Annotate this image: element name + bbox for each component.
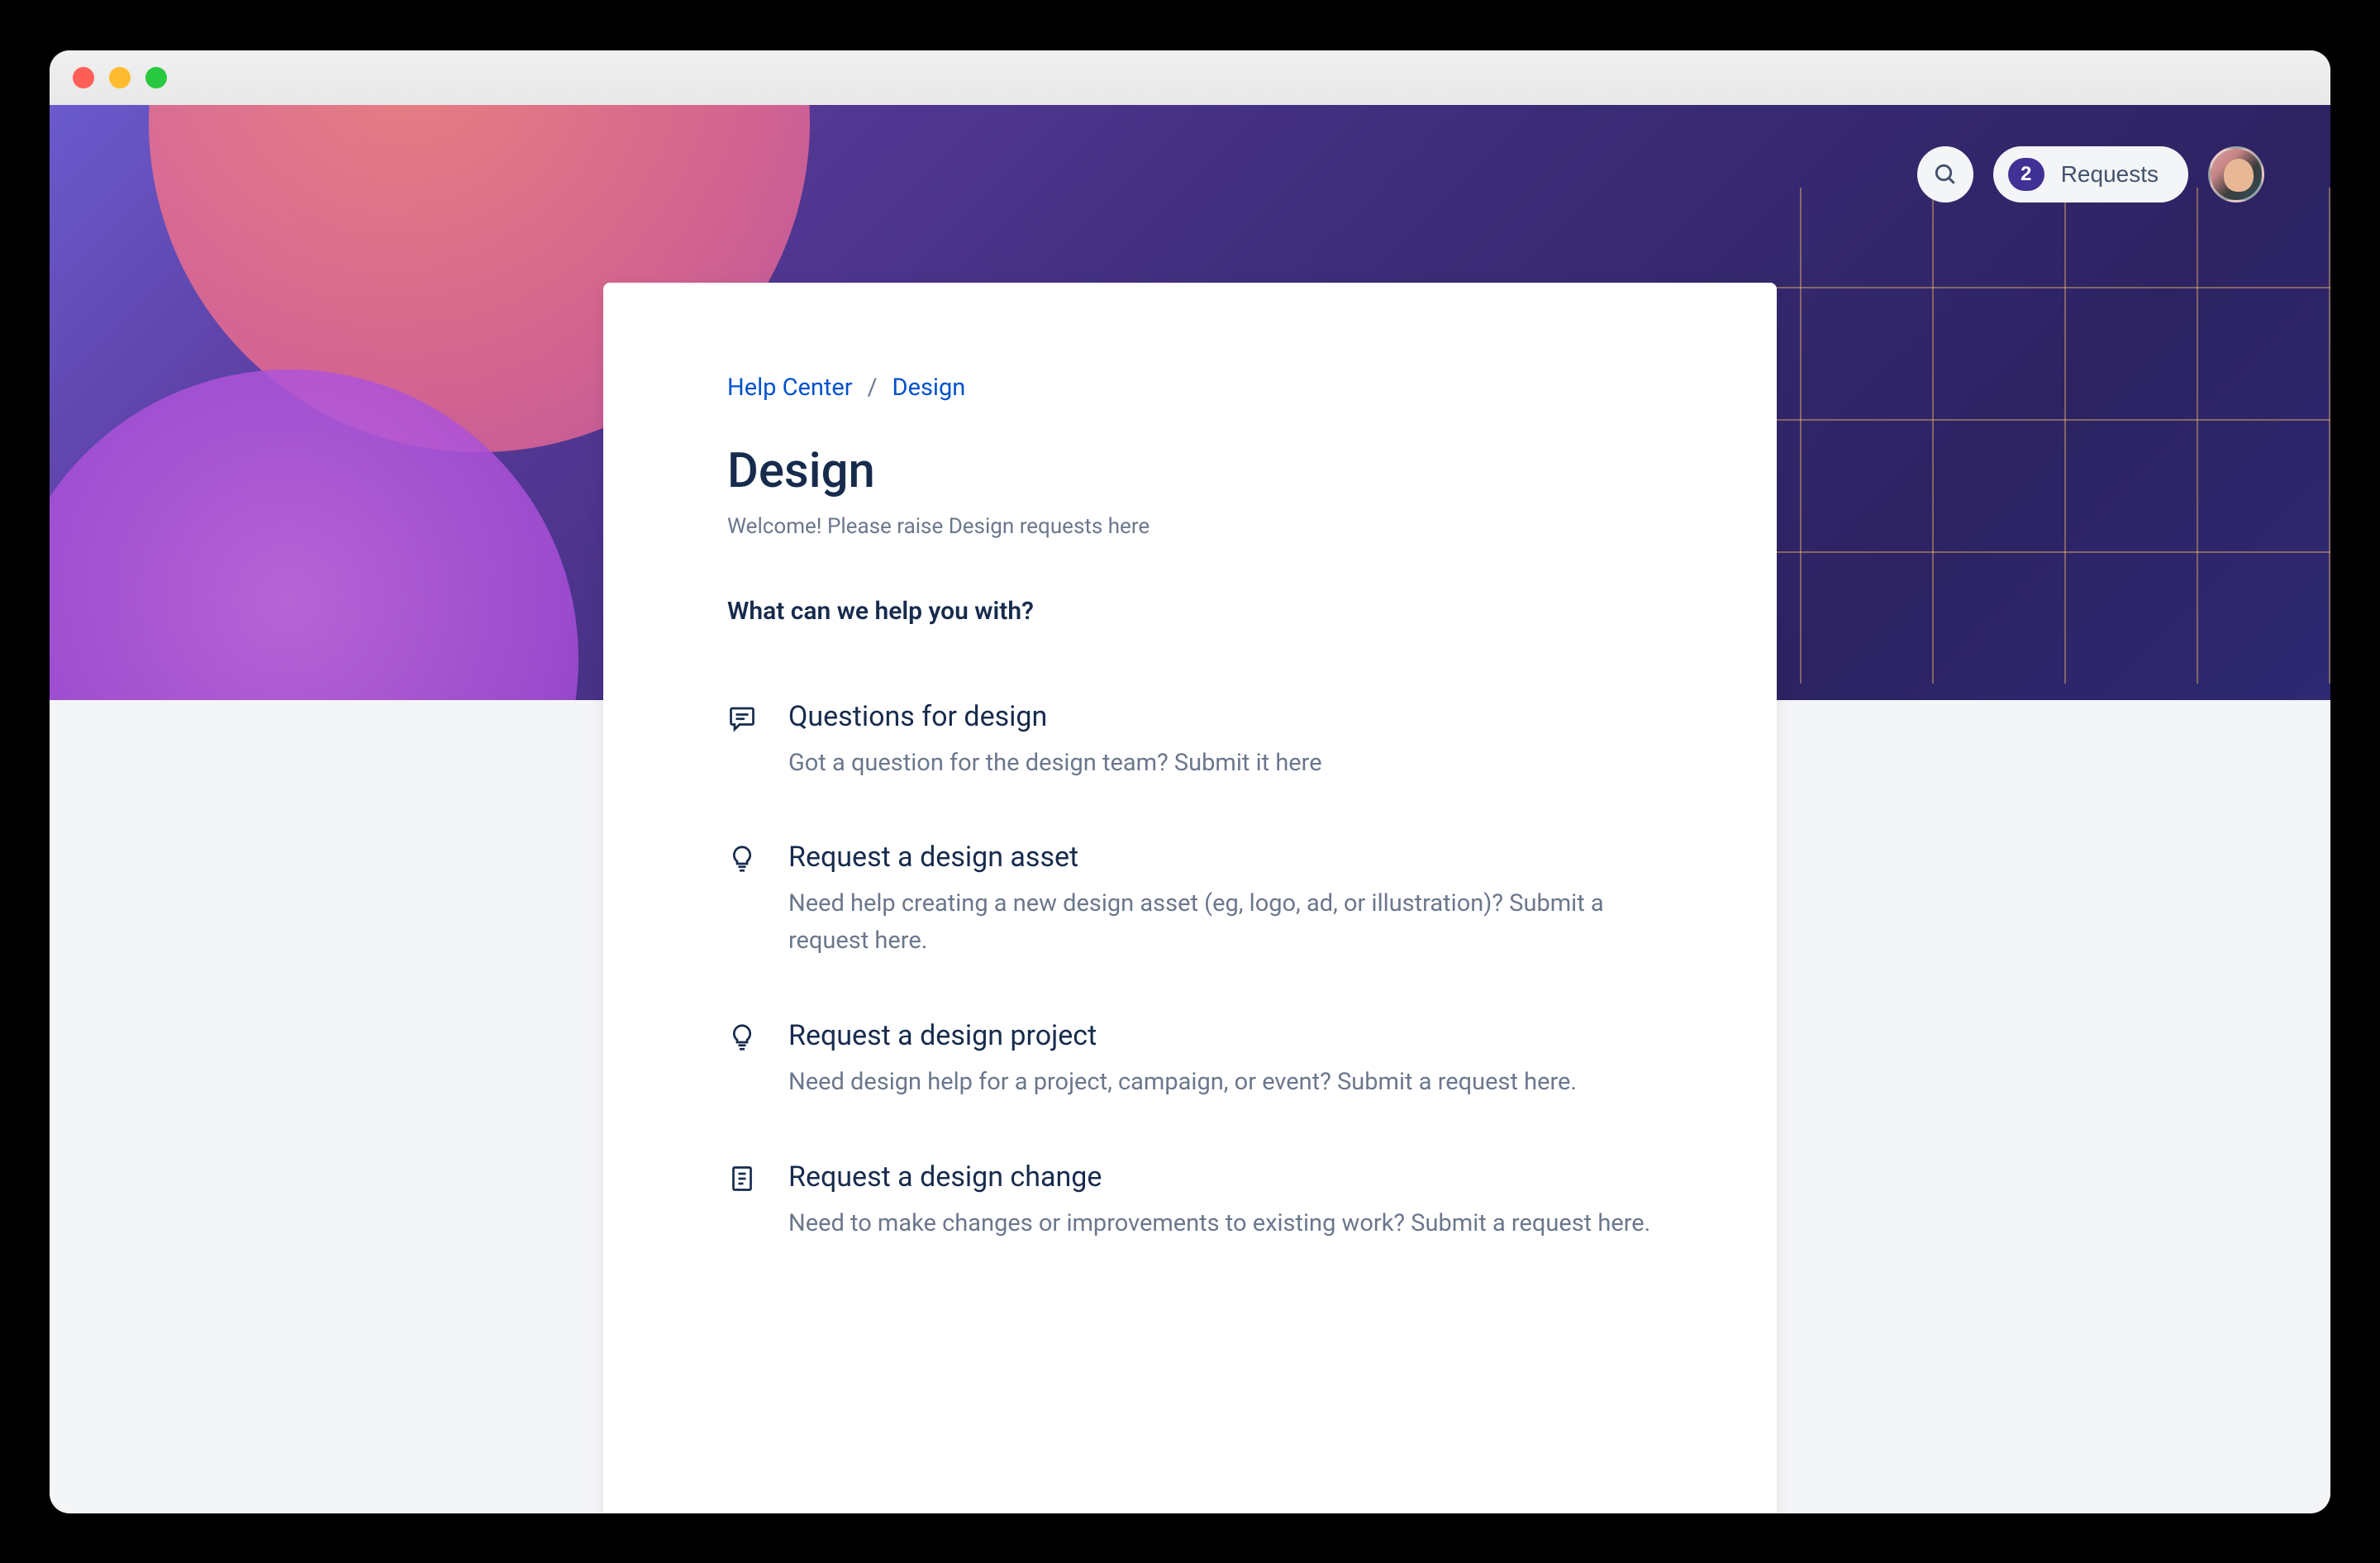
lightbulb-icon bbox=[727, 1022, 757, 1052]
request-description: Got a question for the design team? Subm… bbox=[788, 745, 1653, 782]
request-description: Need to make changes or improvements to … bbox=[788, 1205, 1653, 1242]
search-button[interactable] bbox=[1917, 146, 1973, 203]
request-title: Request a design asset bbox=[788, 841, 1653, 874]
window-close-button[interactable] bbox=[73, 67, 94, 88]
request-title: Request a design change bbox=[788, 1160, 1653, 1194]
breadcrumb-separator: / bbox=[868, 374, 878, 402]
main-card: Help Center / Design Design Welcome! Ple… bbox=[603, 283, 1777, 1513]
request-item-change[interactable]: Request a design change Need to make cha… bbox=[727, 1160, 1653, 1242]
breadcrumb-root-link[interactable]: Help Center bbox=[727, 374, 853, 402]
request-title: Request a design project bbox=[788, 1019, 1653, 1052]
request-title: Questions for design bbox=[788, 700, 1653, 733]
help-heading: What can we help you with? bbox=[727, 597, 1653, 626]
request-content: Request a design project Need design hel… bbox=[788, 1019, 1653, 1101]
request-item-asset[interactable]: Request a design asset Need help creatin… bbox=[727, 841, 1653, 960]
request-content: Request a design change Need to make cha… bbox=[788, 1160, 1653, 1242]
request-item-project[interactable]: Request a design project Need design hel… bbox=[727, 1019, 1653, 1101]
request-content: Questions for design Got a question for … bbox=[788, 700, 1653, 782]
window-minimize-button[interactable] bbox=[109, 67, 131, 88]
page-subtitle: Welcome! Please raise Design requests he… bbox=[727, 514, 1653, 539]
requests-count-badge: 2 bbox=[2008, 158, 2044, 191]
window-titlebar bbox=[50, 50, 2330, 105]
lightbulb-icon bbox=[727, 844, 757, 874]
window-maximize-button[interactable] bbox=[145, 67, 167, 88]
header-actions: 2 Requests bbox=[1917, 146, 2264, 203]
user-avatar[interactable] bbox=[2208, 146, 2264, 203]
application-window: 2 Requests Help Center / Design Design W… bbox=[50, 50, 2330, 1513]
search-icon bbox=[1932, 161, 1959, 188]
document-icon bbox=[727, 1164, 757, 1194]
request-description: Need design help for a project, campaign… bbox=[788, 1064, 1653, 1101]
page-title: Design bbox=[727, 443, 1653, 499]
chat-icon bbox=[727, 703, 757, 733]
requests-button[interactable]: 2 Requests bbox=[1993, 146, 2188, 203]
content-area: 2 Requests Help Center / Design Design W… bbox=[50, 105, 2330, 1513]
requests-label: Requests bbox=[2061, 161, 2159, 188]
breadcrumb-current-link[interactable]: Design bbox=[892, 374, 966, 402]
request-item-questions[interactable]: Questions for design Got a question for … bbox=[727, 700, 1653, 782]
breadcrumb: Help Center / Design bbox=[727, 374, 1653, 402]
request-description: Need help creating a new design asset (e… bbox=[788, 885, 1653, 960]
request-list: Questions for design Got a question for … bbox=[727, 700, 1653, 1243]
request-content: Request a design asset Need help creatin… bbox=[788, 841, 1653, 960]
